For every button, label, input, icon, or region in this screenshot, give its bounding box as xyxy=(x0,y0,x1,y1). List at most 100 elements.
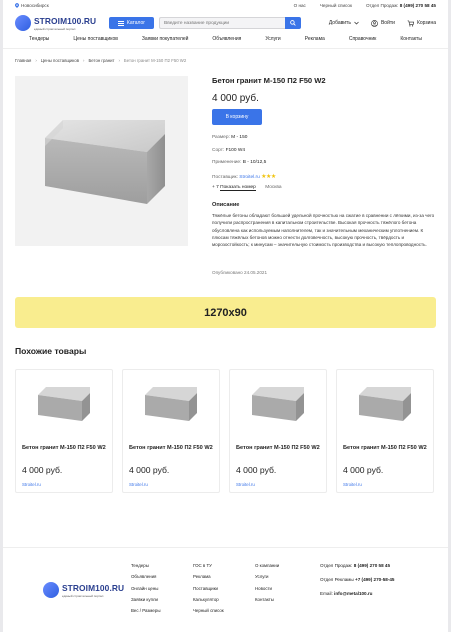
spec-size-value: М - 150 xyxy=(231,135,248,140)
nav-item-contacts[interactable]: Контакты xyxy=(400,36,422,47)
product-card[interactable]: Бетон гранит М-150 П2 F50 W2 4 000 руб. … xyxy=(15,369,113,493)
footer-logo[interactable]: STROIM100.RU единый строительный портал xyxy=(43,582,124,598)
search-bar xyxy=(159,17,301,29)
product-card-price: 4 000 руб. xyxy=(343,465,384,475)
sales-contact: Отдел Продаж: 8 (499) 270 58 45 xyxy=(366,3,436,8)
description-heading: Описание xyxy=(212,202,240,208)
product-card-price: 4 000 руб. xyxy=(129,465,170,475)
spec-grade-value: F100 W4 xyxy=(225,148,246,153)
product-card-seller[interactable]: Stroitel.ru xyxy=(129,482,148,487)
footer-link[interactable]: Контакты xyxy=(255,597,279,602)
footer-link[interactable]: Калькулятор xyxy=(193,597,224,602)
about-link[interactable]: О нас xyxy=(294,3,306,8)
show-phone-button[interactable]: Показать номер xyxy=(220,185,256,191)
add-to-cart-button[interactable]: В корзину xyxy=(212,109,262,125)
footer-ads: Отдел Рекламы +7 (499) 270-58-45 xyxy=(320,577,395,582)
page: Новосибирск О нас Черный список Отдел Пр… xyxy=(3,0,448,632)
spec-grade: Сорт: F100 W4 xyxy=(212,148,245,153)
footer-sales: Отдел Продаж: 8 (499) 270 58 45 xyxy=(320,563,395,568)
product-card-seller[interactable]: Stroitel.ru xyxy=(343,482,362,487)
product-price: 4 000 руб. xyxy=(212,93,259,104)
nav-item-buyer-requests[interactable]: Заявки покупателей xyxy=(142,36,188,47)
published-date: Опубликовано 24.05.2021 xyxy=(212,270,267,275)
city-selector[interactable]: Новосибирск xyxy=(15,3,49,8)
footer-logo-title: STROIM100.RU xyxy=(62,582,125,593)
footer-link[interactable]: Услуги xyxy=(255,574,279,579)
footer-link[interactable]: О компании xyxy=(255,563,279,568)
search-icon xyxy=(290,20,296,26)
sales-label: Отдел Продаж: xyxy=(365,3,399,8)
product-card-seller[interactable]: Stroitel.ru xyxy=(22,482,41,487)
rating-stars: ★★★ xyxy=(261,174,276,180)
footer-ads-phone[interactable]: +7 (499) 270-58-45 xyxy=(355,577,394,582)
search-input[interactable] xyxy=(159,17,285,29)
search-button[interactable] xyxy=(285,17,301,29)
spec-size: Размер: М - 150 xyxy=(212,135,247,140)
sales-phone[interactable]: 8 (499) 270 58 45 xyxy=(400,3,436,8)
nav-item-tenders[interactable]: Тендеры xyxy=(29,36,49,47)
ad-banner[interactable]: 1270x90 xyxy=(15,297,436,328)
footer-email-address[interactable]: info@metal100.ru xyxy=(334,591,372,596)
product-card[interactable]: Бетон гранит М-150 П2 F50 W2 4 000 руб. … xyxy=(336,369,434,493)
catalog-label: Каталог xyxy=(126,20,146,26)
product-card-title[interactable]: Бетон гранит М-150 П2 F50 W2 xyxy=(343,443,431,453)
spec-usage-value: В - 10/12,5 xyxy=(242,160,267,165)
location-pin-icon xyxy=(15,3,19,8)
breadcrumb-separator: › xyxy=(35,58,37,63)
breadcrumb-home[interactable]: Главная xyxy=(15,58,31,63)
main-nav: Тендеры Цены поставщиков Заявки покупате… xyxy=(15,36,436,47)
product-card-title[interactable]: Бетон гранит М-150 П2 F50 W2 xyxy=(129,443,217,453)
similar-heading: Похожие товары xyxy=(15,346,87,356)
product-card-image xyxy=(145,387,197,421)
footer-link[interactable]: Заявки купли xyxy=(131,597,160,602)
logo[interactable]: STROIM100.RU единый строительный портал xyxy=(15,15,105,31)
footer: STROIM100.RU единый строительный портал … xyxy=(3,547,448,632)
breadcrumb-supplier-prices[interactable]: Цены поставщиков xyxy=(41,58,79,63)
footer-link[interactable]: ГОС в ТУ xyxy=(193,563,224,568)
product-card[interactable]: Бетон гранит М-150 П2 F50 W2 4 000 руб. … xyxy=(229,369,327,493)
product-card-title[interactable]: Бетон гранит М-150 П2 F50 W2 xyxy=(236,443,324,453)
add-button[interactable]: Добавить xyxy=(329,20,359,26)
breadcrumb-separator: › xyxy=(118,58,120,63)
logo-mark xyxy=(15,15,31,31)
footer-sales-label: Отдел Продаж: xyxy=(320,563,353,568)
cart-label: Корзина xyxy=(416,20,436,26)
footer-logo-subtitle: единый строительный портал xyxy=(62,593,104,598)
footer-link[interactable]: Поставщики xyxy=(193,586,224,591)
spec-usage-label: Применение: xyxy=(212,160,242,165)
nav-item-advertising[interactable]: Реклама xyxy=(305,36,325,47)
spec-supplier-label: Поставщик: xyxy=(212,175,238,180)
city-label: Новосибирск xyxy=(21,3,49,8)
blacklist-link[interactable]: Черный список xyxy=(320,3,352,8)
footer-link[interactable]: Черный список xyxy=(193,608,224,613)
nav-item-services[interactable]: Услуги xyxy=(265,36,280,47)
nav-item-directory[interactable]: Справочник xyxy=(349,36,377,47)
nav-item-supplier-prices[interactable]: Цены поставщиков xyxy=(73,36,117,47)
nav-divider xyxy=(3,48,448,49)
footer-link[interactable]: Тендеры xyxy=(131,563,160,568)
banner-size-label: 1270x90 xyxy=(204,306,247,319)
phone-prefix: + 7 xyxy=(212,185,219,190)
footer-link[interactable]: Вес / Размеры xyxy=(131,608,160,613)
footer-link[interactable]: Новости xyxy=(255,586,279,591)
footer-email-label: Email: xyxy=(320,591,333,596)
supplier-link[interactable]: Stroitel.ru xyxy=(239,175,260,180)
catalog-button[interactable]: Каталог xyxy=(109,17,154,29)
footer-sales-phone[interactable]: 8 (499) 270 58 45 xyxy=(354,563,390,568)
cart-link[interactable]: Корзина xyxy=(407,20,436,27)
product-card-seller[interactable]: Stroitel.ru xyxy=(236,482,255,487)
product-card-title[interactable]: Бетон гранит М-150 П2 F50 W2 xyxy=(22,443,110,453)
product-card[interactable]: Бетон гранит М-150 П2 F50 W2 4 000 руб. … xyxy=(122,369,220,493)
user-icon xyxy=(371,19,378,27)
footer-email: Email: info@metal100.ru xyxy=(320,591,395,596)
chevron-down-icon xyxy=(354,21,359,25)
login-button[interactable]: Войти xyxy=(371,19,395,27)
footer-column-2: ГОС в ТУ Реклама Поставщики Калькулятор … xyxy=(193,563,224,613)
breadcrumb-category[interactable]: Бетон гранит xyxy=(88,58,114,63)
footer-link[interactable]: Онлайн цены xyxy=(131,586,160,591)
footer-link[interactable]: Объявления xyxy=(131,574,160,579)
product-card-image xyxy=(252,387,304,421)
product-image[interactable] xyxy=(15,76,188,246)
footer-link[interactable]: Реклама xyxy=(193,574,224,579)
nav-item-ads[interactable]: Объявления xyxy=(212,36,241,47)
